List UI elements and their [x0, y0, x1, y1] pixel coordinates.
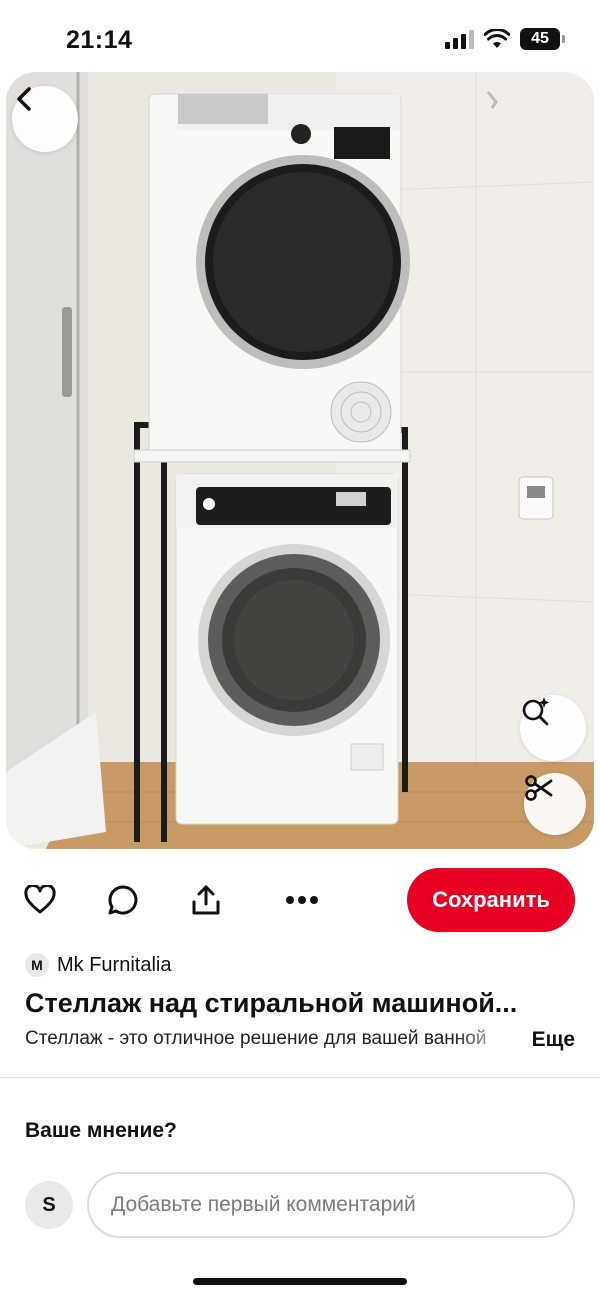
pin-title: Стеллаж над стиральной машиной... [25, 988, 518, 1018]
more-icon [286, 896, 318, 904]
comment-row: S [25, 1172, 575, 1238]
comment-button[interactable] [105, 882, 141, 918]
more-button[interactable] [284, 882, 320, 918]
action-bar: Сохранить [0, 868, 600, 932]
home-indicator[interactable] [193, 1278, 407, 1285]
battery-icon: 45 [520, 28, 565, 50]
like-button[interactable] [22, 882, 58, 918]
share-button[interactable] [188, 882, 224, 918]
wifi-icon [484, 29, 510, 48]
visual-search-button[interactable] [520, 695, 586, 761]
signal-icon [445, 29, 474, 49]
pin-image[interactable] [6, 72, 594, 849]
pin-description-row: Стеллаж - это отличное решение для вашей… [25, 1028, 585, 1056]
pin-description: Стеллаж - это отличное решение для вашей… [25, 1028, 487, 1049]
status-bar: 21:14 45 [0, 0, 600, 72]
comments-heading: Ваше мнение? [25, 1119, 177, 1142]
comment-input[interactable] [87, 1172, 575, 1238]
author[interactable]: M Mk Furnitalia [25, 953, 171, 977]
status-icons: 45 [445, 28, 565, 50]
divider [0, 1077, 600, 1078]
chevron-left-icon [17, 87, 31, 111]
author-avatar: M [25, 953, 49, 977]
more-link[interactable]: Еще [532, 1028, 575, 1052]
avatar[interactable]: S [25, 1181, 73, 1229]
back-button[interactable] [12, 86, 78, 152]
save-button[interactable]: Сохранить [407, 868, 575, 932]
washer-dryer-photo [6, 72, 594, 849]
author-name[interactable]: Mk Furnitalia [57, 954, 171, 977]
heart-icon [24, 885, 56, 914]
share-icon [192, 885, 220, 915]
visual-search-icon [522, 697, 550, 726]
scissors-icon [525, 775, 553, 801]
battery-level: 45 [531, 30, 549, 47]
comment-icon [108, 885, 138, 915]
status-time: 21:14 [66, 26, 133, 54]
scissors-button[interactable] [524, 773, 586, 835]
